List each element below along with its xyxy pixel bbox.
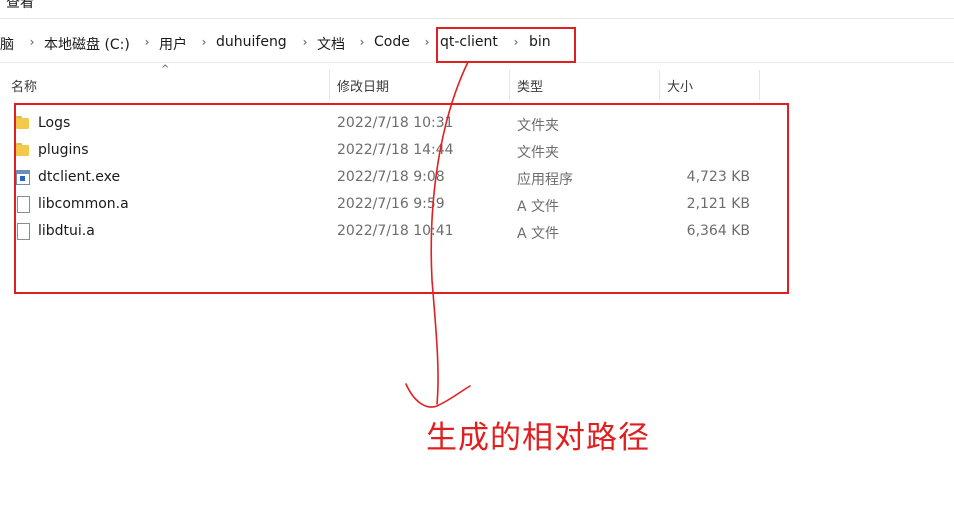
annotation-text: 生成的相对路径	[426, 420, 650, 456]
